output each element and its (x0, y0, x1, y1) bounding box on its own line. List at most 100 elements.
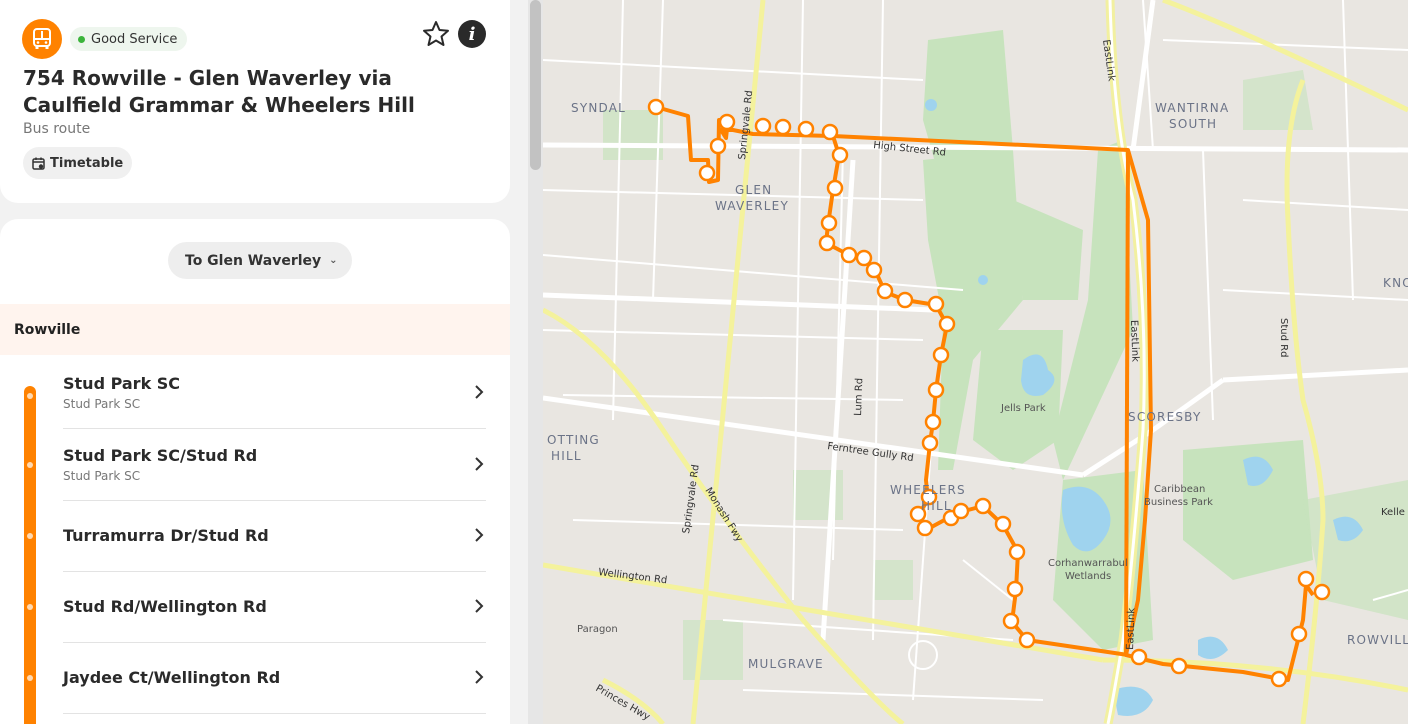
map-place-label: Wetlands (1065, 571, 1111, 582)
chevron-right-icon (475, 457, 484, 471)
map-stop-marker (855, 249, 873, 267)
chevron-right-icon (475, 528, 484, 542)
map-suburb-label: ROWVILLE (1347, 633, 1408, 647)
map-place-label: Caribbean (1154, 484, 1205, 495)
stops-card: To Glen Waverley ⌄ Rowville Stud Park SC… (0, 219, 510, 724)
timetable-button[interactable]: Timetable (23, 147, 133, 179)
map-stop-marker (994, 515, 1012, 533)
map-place-label: Corhanwarrabul (1048, 558, 1128, 569)
stop-row[interactable]: Turramurra Dr/Stud Rd (63, 500, 486, 572)
favourite-button[interactable] (421, 19, 451, 49)
map-stop-marker (840, 246, 858, 264)
status-dot-icon (78, 35, 85, 43)
direction-label: To Glen Waverley (185, 252, 322, 269)
map-canvas[interactable]: SYNDAL GLEN WAVERLEY WANTIRNA SOUTH SCOR… (543, 0, 1408, 724)
map-stop-marker (820, 214, 838, 232)
service-status-label: Good Service (91, 31, 178, 47)
stop-marker (27, 462, 33, 468)
map-road-label: EastLink (1128, 320, 1140, 363)
map-stop-marker (896, 291, 914, 309)
map-suburb-label: SCORESBY (1128, 410, 1202, 424)
chevron-right-icon (475, 670, 484, 684)
route-map[interactable]: SYNDAL GLEN WAVERLEY WANTIRNA SOUTH SCOR… (543, 0, 1408, 724)
info-icon: i (468, 23, 476, 45)
map-stop-marker (916, 519, 934, 537)
map-suburb-label: KNO (1383, 276, 1408, 290)
map-suburb-label: HILL (921, 499, 952, 513)
route-header-card: Good Service i 754 Rowville - Glen Waver… (0, 0, 510, 203)
map-stop-marker (876, 282, 894, 300)
stop-name: Jaydee Ct/Wellington Rd (63, 668, 281, 687)
map-stop-marker (831, 146, 849, 164)
route-title: 754 Rowville - Glen Waverley via Caulfie… (23, 66, 415, 117)
map-stop-marker (1270, 670, 1288, 688)
scrollbar-thumb[interactable] (530, 0, 541, 170)
map-stop-marker (1130, 648, 1148, 666)
sidebar-scrollbar[interactable] (528, 0, 543, 724)
stop-marker (27, 604, 33, 610)
map-suburb-label: GLEN (735, 183, 772, 197)
map-stop-marker (818, 234, 836, 252)
stop-row[interactable]: Stud Rd/Wellington Rd (63, 571, 486, 643)
map-stop-marker (924, 413, 942, 431)
origin-label: Rowville (14, 321, 81, 338)
stop-name: Stud Park SC/Stud Rd (63, 446, 258, 465)
map-stop-marker (797, 120, 815, 138)
map-stop-marker (1297, 570, 1315, 588)
map-suburb-label: SOUTH (1169, 117, 1217, 131)
direction-selector[interactable]: To Glen Waverley ⌄ (168, 242, 352, 279)
service-status-badge: Good Service (70, 27, 188, 51)
stop-marker (27, 533, 33, 539)
chevron-down-icon: ⌄ (329, 255, 338, 266)
map-place-label: Paragon (577, 624, 618, 635)
map-stop-marker (698, 164, 716, 182)
map-stop-marker (927, 295, 945, 313)
stop-area: Stud Park SC (63, 469, 141, 483)
map-place-label: Business Park (1144, 497, 1213, 508)
timetable-label: Timetable (50, 155, 124, 171)
map-stop-marker (938, 315, 956, 333)
map-stop-marker (647, 98, 665, 116)
origin-header: Rowville (0, 304, 510, 355)
chevron-right-icon (475, 599, 484, 613)
stop-row[interactable]: Jaydee Ct/Wellington Rd (63, 642, 486, 714)
map-suburb-label: WAVERLEY (715, 199, 789, 213)
route-line (24, 386, 36, 724)
stop-area: Stud Park SC (63, 397, 141, 411)
map-road-label: Kelle (1381, 507, 1405, 518)
map-suburb-label: OTTING (547, 433, 600, 447)
stop-marker (27, 393, 33, 399)
route-type-label: Bus route (23, 121, 91, 137)
map-stop-marker (1313, 583, 1331, 601)
route-sidebar: Good Service i 754 Rowville - Glen Waver… (0, 0, 528, 724)
map-stop-marker (1002, 612, 1020, 630)
map-stop-marker (709, 137, 727, 155)
map-stop-marker (718, 113, 736, 131)
bus-icon (22, 19, 62, 59)
map-suburb-label: WANTIRNA (1155, 101, 1229, 115)
map-stop-marker (932, 346, 950, 364)
map-suburb-label: SYNDAL (571, 101, 626, 115)
stop-name: Stud Park SC (63, 374, 181, 393)
stop-name: Stud Rd/Wellington Rd (63, 597, 267, 616)
map-suburb-label: MULGRAVE (748, 657, 824, 671)
map-stop-marker (921, 434, 939, 452)
map-road-label: Stud Rd (1278, 318, 1289, 357)
map-stop-marker (1018, 631, 1036, 649)
map-suburb-label: WHEELERS (890, 483, 966, 497)
map-stop-marker (774, 118, 792, 136)
calendar-icon (32, 157, 45, 170)
map-road-label: EastLink (1125, 607, 1137, 650)
stop-row[interactable]: Stud Park SC/Stud Rd Stud Park SC (63, 429, 486, 501)
stop-row[interactable]: Stud Park SC Stud Park SC (63, 357, 486, 429)
map-stop-marker (952, 502, 970, 520)
map-place-label: Jells Park (1000, 403, 1046, 414)
map-suburb-label: HILL (551, 449, 582, 463)
info-button[interactable]: i (458, 20, 486, 48)
map-stop-marker (826, 179, 844, 197)
map-stop-marker (865, 261, 883, 279)
map-stop-marker (1008, 543, 1026, 561)
map-stop-marker (927, 381, 945, 399)
map-stop-marker (1290, 625, 1308, 643)
chevron-right-icon (475, 385, 484, 399)
